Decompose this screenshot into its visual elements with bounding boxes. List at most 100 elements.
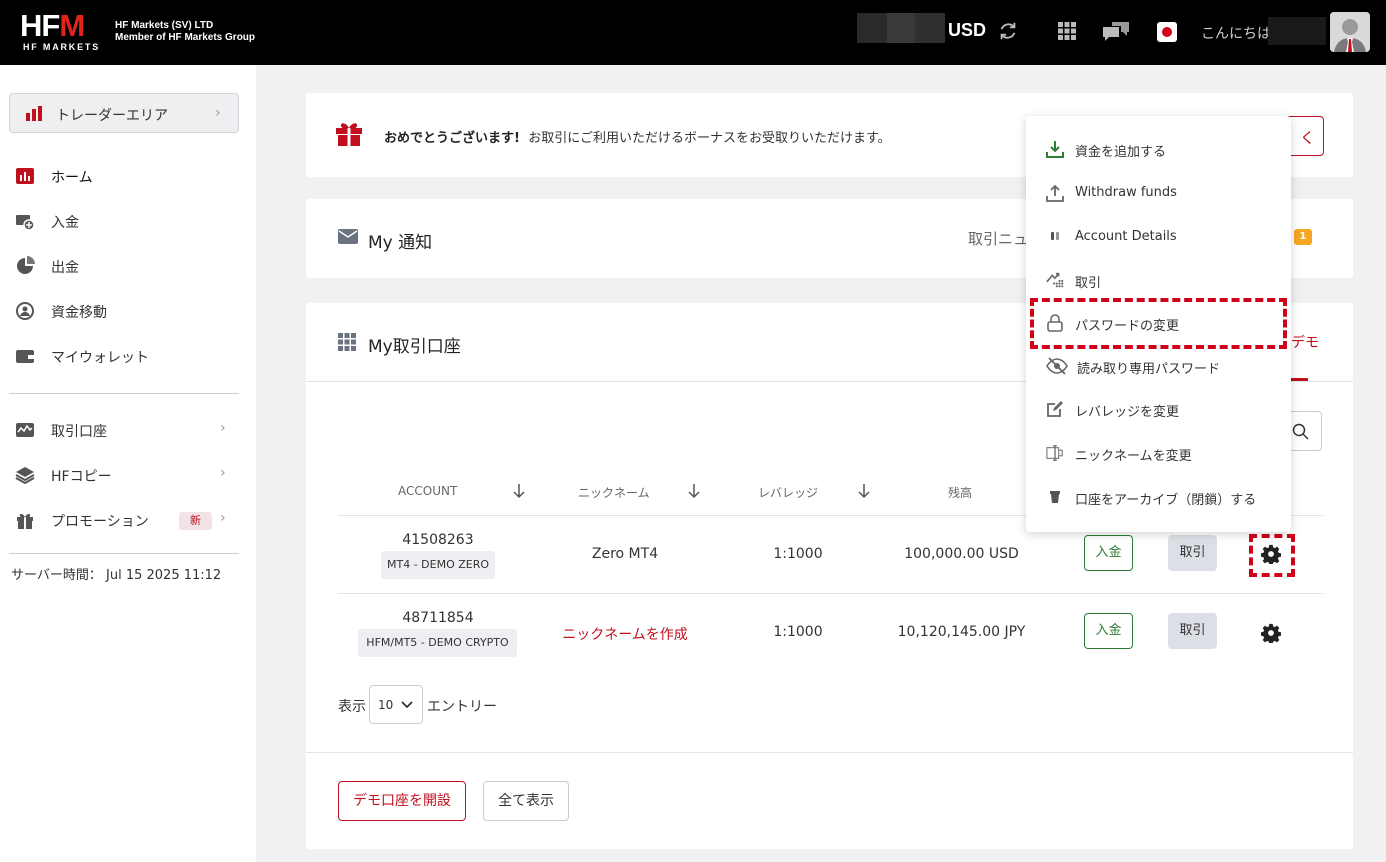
chevron-right-icon: › xyxy=(220,510,226,526)
account-number: 41508263 xyxy=(402,532,474,548)
account-type-badge: MT4 - DEMO ZERO xyxy=(381,551,495,579)
user-avatar[interactable] xyxy=(1330,12,1370,52)
edit-icon xyxy=(1047,401,1063,417)
new-badge: 新 xyxy=(179,512,212,530)
card-footer-divider xyxy=(306,752,1353,753)
account-type-badge: HFM/MT5 - DEMO CRYPTO xyxy=(358,629,517,657)
download-icon xyxy=(1046,141,1064,158)
chevron-right-icon: › xyxy=(220,465,226,481)
gear-icon[interactable] xyxy=(1261,623,1281,643)
tab-demo[interactable]: デモ xyxy=(1291,332,1319,352)
balance-redacted xyxy=(857,13,945,43)
menu-item-change-leverage[interactable]: レバレッジを変更 xyxy=(1026,389,1291,429)
sidebar-item-wallet[interactable]: マイウォレット xyxy=(0,338,256,374)
rename-icon xyxy=(1046,445,1063,461)
sidebar-item-trading-accounts[interactable]: 取引口座 › xyxy=(0,412,256,448)
sidebar-item-label: 出金 xyxy=(51,260,79,276)
wallet-icon xyxy=(16,350,34,363)
sidebar-item-label: プロモーション xyxy=(51,514,149,530)
show-all-button[interactable]: 全て表示 xyxy=(483,781,569,821)
server-time: サーバー時間： Jul 15 2025 11:12 xyxy=(11,564,221,583)
menu-item-account-details[interactable]: Account Details xyxy=(1026,217,1291,257)
menu-item-label: 資金を追加する xyxy=(1075,145,1167,160)
sidebar-divider xyxy=(9,393,239,394)
sidebar-item-label: 取引口座 xyxy=(51,424,107,440)
account-leverage: 1:1000 xyxy=(773,546,823,562)
highlight-change-password xyxy=(1030,298,1287,349)
gift-icon xyxy=(17,513,33,529)
sort-down-icon[interactable] xyxy=(687,483,701,499)
top-bar: HFM HF MARKETS HF Markets (SV) LTD Membe… xyxy=(0,0,1386,65)
sidebar-item-deposit[interactable]: 入金 xyxy=(0,203,256,239)
deposit-button[interactable]: 入金 xyxy=(1084,535,1133,571)
menu-item-label: 口座をアーカイブ（閉鎖）する xyxy=(1075,493,1257,508)
upload-icon xyxy=(1046,184,1064,202)
trader-area-button[interactable]: トレーダーエリア › xyxy=(9,93,239,133)
bonus-text: お取引にご利用いただけるボーナスをお受取りいただけます。 xyxy=(528,131,891,146)
menu-item-label: 読み取り専用パスワード xyxy=(1077,362,1221,377)
hfm-logo[interactable]: HFM HF MARKETS xyxy=(20,10,106,54)
menu-item-readonly-password[interactable]: 読み取り専用パスワード xyxy=(1026,346,1291,386)
japan-flag-icon[interactable] xyxy=(1157,22,1177,42)
sidebar-item-transfer[interactable]: 資金移動 xyxy=(0,293,256,329)
column-header-account[interactable]: ACCOUNT xyxy=(398,484,457,498)
account-leverage: 1:1000 xyxy=(773,624,823,640)
trade-icon xyxy=(1046,272,1064,288)
menu-item-archive-account[interactable]: 口座をアーカイブ（閉鎖）する xyxy=(1026,477,1291,517)
sidebar-item-hf-copy[interactable]: HFコピー › xyxy=(0,457,256,493)
chevron-right-icon: › xyxy=(215,105,221,121)
deposit-button[interactable]: 入金 xyxy=(1084,613,1133,649)
chevron-down-icon xyxy=(401,701,413,709)
user-avatar-icon xyxy=(1330,12,1370,52)
entries-per-page-select[interactable]: 10 xyxy=(369,685,423,724)
accounts-title: My取引口座 xyxy=(368,337,461,357)
column-header-balance[interactable]: 残高 xyxy=(948,484,972,501)
entries-value: 10 xyxy=(378,698,394,712)
sort-down-icon[interactable] xyxy=(512,483,526,499)
menu-item-label: ニックネームを変更 xyxy=(1075,449,1192,464)
menu-item-trade[interactable]: 取引 xyxy=(1026,260,1291,300)
sidebar-item-label: マイウォレット xyxy=(51,350,149,366)
sidebar-item-label: 資金移動 xyxy=(51,305,107,321)
chat-icon[interactable] xyxy=(1102,21,1130,43)
layers-icon xyxy=(15,467,35,485)
trade-button[interactable]: 取引 xyxy=(1168,535,1217,571)
sidebar-item-label: HFコピー xyxy=(51,469,112,485)
column-header-leverage[interactable]: レバレッジ xyxy=(758,484,818,501)
tab-trading-news[interactable]: 取引ニュ xyxy=(968,228,1028,249)
sidebar-item-promotion[interactable]: プロモーション 新 › xyxy=(0,502,256,538)
trade-button[interactable]: 取引 xyxy=(1168,613,1217,649)
sidebar-item-home[interactable]: ホーム xyxy=(0,158,256,194)
notifications-title: My 通知 xyxy=(368,233,433,253)
claim-bonus-label: く xyxy=(1299,129,1315,147)
column-header-nickname[interactable]: ニックネーム xyxy=(578,484,650,501)
server-time-label: サーバー時間： xyxy=(11,568,102,583)
menu-item-change-nickname[interactable]: ニックネームを変更 xyxy=(1026,433,1291,473)
menu-item-label: 取引 xyxy=(1075,276,1102,291)
sidebar: トレーダーエリア › ホーム 入金 出金 資金移動 マイウォレット 取引口座 ›… xyxy=(0,65,256,862)
gift-icon xyxy=(336,123,362,146)
sort-down-icon[interactable] xyxy=(857,483,871,499)
company-group: Member of HF Markets Group xyxy=(115,32,256,43)
server-time-value: Jul 15 2025 11:12 xyxy=(106,568,222,583)
menu-item-add-funds[interactable]: 資金を追加する xyxy=(1026,129,1291,169)
sidebar-item-withdraw[interactable]: 出金 xyxy=(0,248,256,284)
chevron-right-icon: › xyxy=(220,420,226,436)
notification-count-badge: 1 xyxy=(1294,229,1312,245)
create-nickname-link[interactable]: ニックネームを作成 xyxy=(544,624,706,644)
account-nickname: Zero MT4 xyxy=(591,546,659,562)
highlight-settings-gear xyxy=(1249,534,1295,577)
logo-text: HFM xyxy=(20,8,85,43)
entries-label: エントリー xyxy=(427,699,497,715)
table-row-divider xyxy=(338,593,1323,594)
apps-grid-icon[interactable] xyxy=(1058,22,1076,40)
open-demo-account-button[interactable]: デモ口座を開設 xyxy=(338,781,466,821)
bar-chart-icon xyxy=(26,106,42,121)
refresh-icon[interactable] xyxy=(997,20,1019,42)
menu-item-withdraw-funds[interactable]: Withdraw funds xyxy=(1026,173,1291,213)
menu-item-label: Account Details xyxy=(1075,229,1177,244)
withdraw-icon xyxy=(17,256,35,274)
menu-item-label: レバレッジを変更 xyxy=(1075,405,1180,420)
eye-slash-icon xyxy=(1046,357,1068,375)
trash-icon xyxy=(1050,491,1060,503)
